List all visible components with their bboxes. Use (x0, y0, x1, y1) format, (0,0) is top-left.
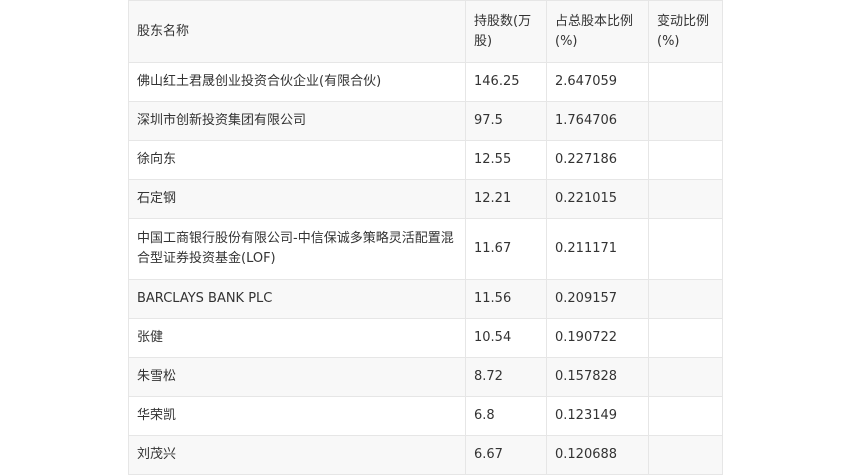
cell-share-ratio: 0.190722 (546, 318, 649, 358)
cell-change-ratio (648, 357, 723, 397)
cell-shares-held: 11.67 (465, 218, 547, 280)
cell-shareholder-name: 张健 (128, 318, 466, 358)
cell-shareholder-name: 刘茂兴 (128, 435, 466, 475)
cell-change-ratio (648, 396, 723, 436)
cell-share-ratio: 1.764706 (546, 101, 649, 141)
header-change-ratio: 变动比例(%) (648, 0, 723, 63)
cell-shares-held: 10.54 (465, 318, 547, 358)
cell-share-ratio: 0.221015 (546, 179, 649, 219)
table-row: 张健 10.54 0.190722 (128, 318, 723, 358)
shareholder-table-container: 股东名称 持股数(万股) 占总股本比例(%) 变动比例(%) 佛山红土君晟创业投… (128, 0, 723, 475)
cell-shareholder-name: 石定钢 (128, 179, 466, 219)
cell-share-ratio: 2.647059 (546, 62, 649, 102)
cell-shares-held: 6.67 (465, 435, 547, 475)
cell-share-ratio: 0.211171 (546, 218, 649, 280)
cell-share-ratio: 0.157828 (546, 357, 649, 397)
table-row: 朱雪松 8.72 0.157828 (128, 357, 723, 397)
cell-share-ratio: 0.120688 (546, 435, 649, 475)
cell-change-ratio (648, 318, 723, 358)
cell-shareholder-name: 中国工商银行股份有限公司-中信保诚多策略灵活配置混合型证券投资基金(LOF) (128, 218, 466, 280)
header-shareholder-name: 股东名称 (128, 0, 466, 63)
table-row: BARCLAYS BANK PLC 11.56 0.209157 (128, 279, 723, 319)
cell-share-ratio: 0.227186 (546, 140, 649, 180)
cell-shares-held: 11.56 (465, 279, 547, 319)
cell-shareholder-name: 深圳市创新投资集团有限公司 (128, 101, 466, 141)
cell-change-ratio (648, 101, 723, 141)
header-shares-held: 持股数(万股) (465, 0, 547, 63)
table-header-row: 股东名称 持股数(万股) 占总股本比例(%) 变动比例(%) (128, 0, 723, 63)
cell-shares-held: 146.25 (465, 62, 547, 102)
cell-change-ratio (648, 279, 723, 319)
cell-change-ratio (648, 179, 723, 219)
cell-share-ratio: 0.123149 (546, 396, 649, 436)
cell-shares-held: 12.21 (465, 179, 547, 219)
cell-shareholder-name: 佛山红土君晟创业投资合伙企业(有限合伙) (128, 62, 466, 102)
table-row: 刘茂兴 6.67 0.120688 (128, 435, 723, 475)
header-share-ratio: 占总股本比例(%) (546, 0, 649, 63)
table-row: 华荣凯 6.8 0.123149 (128, 396, 723, 436)
cell-shares-held: 8.72 (465, 357, 547, 397)
cell-shareholder-name: 徐向东 (128, 140, 466, 180)
cell-change-ratio (648, 218, 723, 280)
cell-shareholder-name: 华荣凯 (128, 396, 466, 436)
table-row: 徐向东 12.55 0.227186 (128, 140, 723, 180)
cell-shares-held: 97.5 (465, 101, 547, 141)
table-row: 佛山红土君晟创业投资合伙企业(有限合伙) 146.25 2.647059 (128, 62, 723, 102)
cell-shares-held: 12.55 (465, 140, 547, 180)
cell-change-ratio (648, 62, 723, 102)
table-row: 中国工商银行股份有限公司-中信保诚多策略灵活配置混合型证券投资基金(LOF) 1… (128, 218, 723, 280)
cell-shareholder-name: BARCLAYS BANK PLC (128, 279, 466, 319)
cell-shares-held: 6.8 (465, 396, 547, 436)
table-row: 深圳市创新投资集团有限公司 97.5 1.764706 (128, 101, 723, 141)
shareholder-table: 股东名称 持股数(万股) 占总股本比例(%) 变动比例(%) 佛山红土君晟创业投… (128, 0, 723, 475)
cell-share-ratio: 0.209157 (546, 279, 649, 319)
cell-shareholder-name: 朱雪松 (128, 357, 466, 397)
table-row: 石定钢 12.21 0.221015 (128, 179, 723, 219)
cell-change-ratio (648, 435, 723, 475)
cell-change-ratio (648, 140, 723, 180)
